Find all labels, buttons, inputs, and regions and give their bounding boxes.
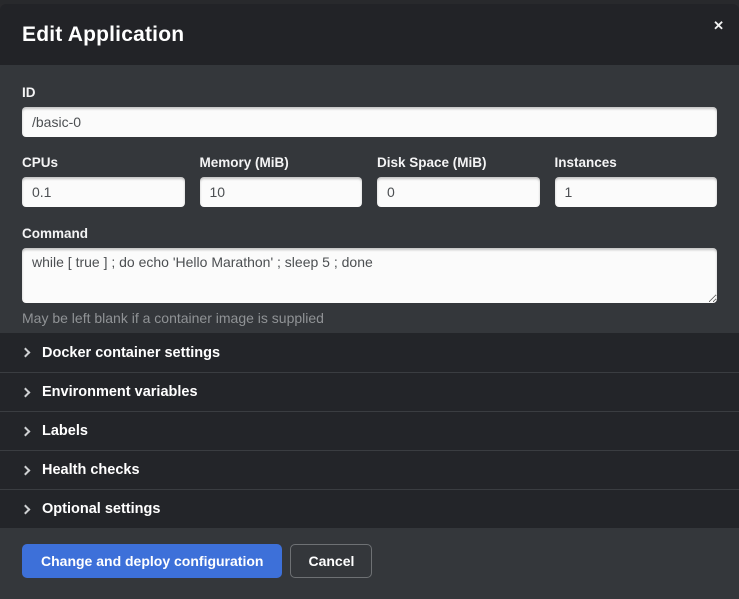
field-cpus: CPUs xyxy=(22,155,185,207)
modal-header: Edit Application ✕ xyxy=(0,4,739,65)
accordion-section-label: Environment variables xyxy=(42,384,198,400)
change-and-deploy-button[interactable]: Change and deploy configuration xyxy=(22,544,282,578)
cpus-label: CPUs xyxy=(22,155,185,171)
accordion-section-label: Labels xyxy=(42,423,88,439)
disk-input[interactable] xyxy=(377,177,540,207)
instances-label: Instances xyxy=(555,155,718,171)
chevron-right-icon xyxy=(21,465,31,475)
cancel-button[interactable]: Cancel xyxy=(290,544,372,578)
settings-accordion: Docker container settings Environment va… xyxy=(0,333,739,528)
memory-label: Memory (MiB) xyxy=(200,155,363,171)
accordion-environment-variables[interactable]: Environment variables xyxy=(0,372,739,411)
disk-label: Disk Space (MiB) xyxy=(377,155,540,171)
accordion-section-label: Docker container settings xyxy=(42,345,220,361)
close-icon[interactable]: ✕ xyxy=(713,19,724,32)
chevron-right-icon xyxy=(21,348,31,358)
id-label: ID xyxy=(22,85,717,101)
edit-application-modal: Edit Application ✕ ID CPUs Memory (MiB) … xyxy=(0,4,739,599)
accordion-docker-container-settings[interactable]: Docker container settings xyxy=(0,333,739,372)
command-textarea[interactable]: while [ true ] ; do echo 'Hello Marathon… xyxy=(22,248,717,303)
cpus-input[interactable] xyxy=(22,177,185,207)
memory-input[interactable] xyxy=(200,177,363,207)
accordion-labels[interactable]: Labels xyxy=(0,411,739,450)
field-id: ID xyxy=(22,85,717,137)
instances-input[interactable] xyxy=(555,177,718,207)
command-label: Command xyxy=(22,226,717,242)
modal-footer: Change and deploy configuration Cancel xyxy=(0,528,739,599)
chevron-right-icon xyxy=(21,387,31,397)
field-memory: Memory (MiB) xyxy=(200,155,363,207)
edit-application-form: ID CPUs Memory (MiB) Disk Space (MiB) In… xyxy=(0,65,739,333)
command-help-text: May be left blank if a container image i… xyxy=(22,309,717,327)
id-input[interactable] xyxy=(22,107,717,137)
resources-row: CPUs Memory (MiB) Disk Space (MiB) Insta… xyxy=(22,155,717,207)
accordion-optional-settings[interactable]: Optional settings xyxy=(0,489,739,528)
chevron-right-icon xyxy=(21,426,31,436)
accordion-section-label: Optional settings xyxy=(42,501,160,517)
modal-title: Edit Application xyxy=(22,23,184,47)
field-disk: Disk Space (MiB) xyxy=(377,155,540,207)
accordion-health-checks[interactable]: Health checks xyxy=(0,450,739,489)
accordion-section-label: Health checks xyxy=(42,462,140,478)
field-instances: Instances xyxy=(555,155,718,207)
field-command: Command while [ true ] ; do echo 'Hello … xyxy=(22,226,717,327)
chevron-right-icon xyxy=(21,504,31,514)
